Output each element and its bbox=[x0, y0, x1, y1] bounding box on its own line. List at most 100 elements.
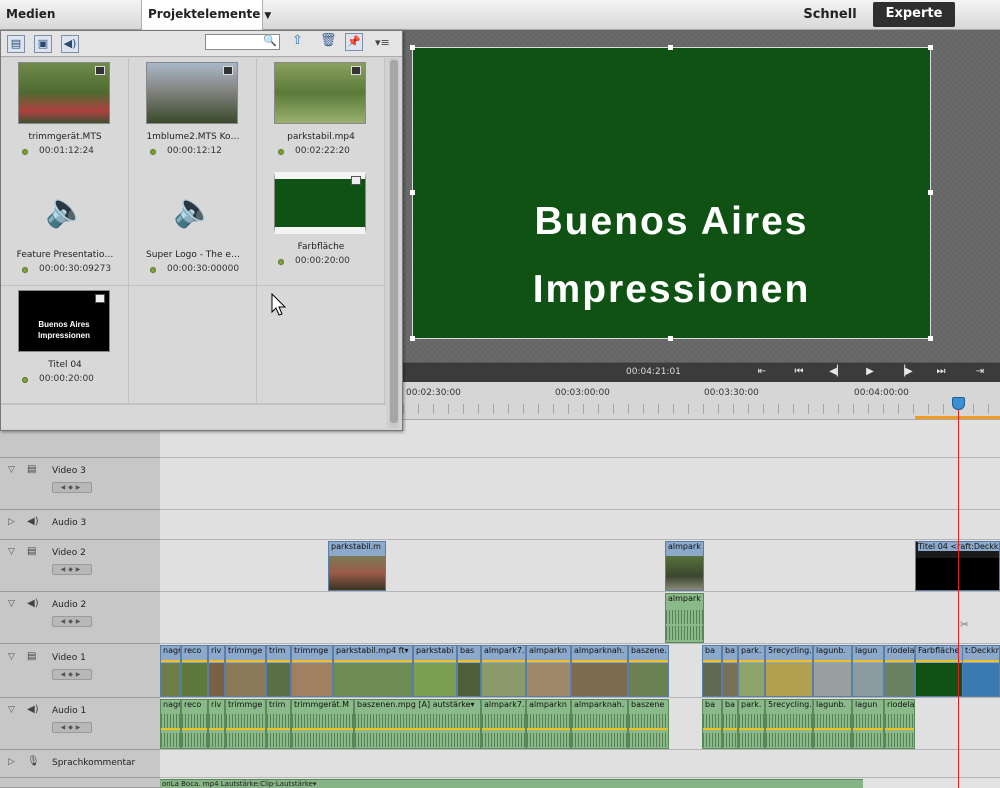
playhead-handle[interactable] bbox=[952, 397, 965, 410]
status-dot bbox=[150, 267, 156, 273]
timeline-clip[interactable]: park. bbox=[738, 699, 765, 749]
next-edit-icon[interactable]: ⏭ bbox=[933, 362, 949, 382]
go-to-start-icon[interactable]: ⇤ bbox=[754, 362, 770, 382]
quick-mode-button[interactable]: Schnell bbox=[796, 0, 864, 30]
resize-handle[interactable] bbox=[410, 190, 415, 195]
resize-handle[interactable] bbox=[668, 336, 673, 341]
timeline-clip[interactable]: baszenen.mpg [A] autstärke▾ bbox=[354, 699, 481, 749]
clip-thumbnail bbox=[527, 663, 570, 696]
timeline-clip[interactable]: riv bbox=[208, 699, 225, 749]
show-audio-icon[interactable]: ◀) bbox=[61, 35, 79, 53]
timeline-clip[interactable]: parkstabil.m bbox=[328, 541, 386, 591]
timeline-clip[interactable]: ba bbox=[702, 699, 722, 749]
step-forward-icon[interactable]: ▕▶ bbox=[897, 362, 913, 382]
timeline-clip[interactable]: almpark7. bbox=[481, 699, 526, 749]
search-icon[interactable]: 🔍 bbox=[263, 34, 277, 47]
track-name: Audio 1 bbox=[52, 706, 87, 716]
timeline-clip[interactable]: almparknah. bbox=[571, 699, 628, 749]
music-clip[interactable]: onLa Boca. mp4 Lautstärke:Clip-Lautstärk… bbox=[160, 779, 863, 788]
timeline-clip[interactable]: almparknah. bbox=[571, 645, 628, 697]
timeline-clip[interactable]: lagunb. bbox=[813, 645, 852, 697]
timeline-clip[interactable]: lagun bbox=[852, 645, 884, 697]
play-icon[interactable]: ▶ bbox=[862, 362, 878, 382]
resize-handle[interactable] bbox=[928, 336, 933, 341]
timeline-clip[interactable]: lagunb. bbox=[813, 699, 852, 749]
step-back-icon[interactable]: ◀▏ bbox=[829, 362, 845, 382]
clip-label: almparkn bbox=[529, 700, 567, 709]
timeline-clip[interactable]: t:Deckkra bbox=[962, 645, 1000, 697]
timeline-clip[interactable]: riodela bbox=[884, 699, 915, 749]
resize-handle[interactable] bbox=[928, 190, 933, 195]
expert-mode-button[interactable]: Experte bbox=[873, 2, 955, 27]
timeline-clip[interactable]: trimmge bbox=[225, 645, 266, 697]
time-ruler[interactable] bbox=[403, 382, 1000, 420]
timeline-clip[interactable]: riv bbox=[208, 645, 225, 697]
show-video-icon[interactable]: ▤ bbox=[7, 35, 25, 53]
scissors-icon[interactable]: ✂ bbox=[960, 618, 969, 631]
timeline-clip[interactable]: reco bbox=[181, 645, 208, 697]
keyframe-nav[interactable]: ◀◆▶ bbox=[52, 616, 92, 627]
keyframe-nav[interactable]: ◀◆▶ bbox=[52, 564, 92, 575]
pin-icon[interactable]: 📌 bbox=[345, 33, 363, 51]
timeline-clip[interactable]: almpark bbox=[665, 593, 704, 643]
expand-triangle-icon[interactable]: ▷ bbox=[8, 757, 15, 767]
expand-triangle-icon[interactable]: ▷ bbox=[8, 517, 15, 527]
timeline-clip[interactable]: nagr bbox=[160, 645, 181, 697]
timeline-clip[interactable]: 5recycling. bbox=[765, 699, 813, 749]
timeline-clip[interactable]: ba bbox=[702, 645, 722, 697]
timeline-clip[interactable]: trim bbox=[266, 645, 291, 697]
collapse-triangle-icon[interactable]: ▽ bbox=[8, 465, 15, 475]
timeline-clip[interactable]: parkstabil.mp4 ft▾ bbox=[333, 645, 413, 697]
timeline-clip[interactable]: trimmge bbox=[291, 645, 333, 697]
waveform bbox=[703, 733, 721, 747]
timecode-display: 00:04:21:01 bbox=[626, 367, 681, 377]
timeline-clip[interactable]: trim bbox=[266, 699, 291, 749]
collapse-triangle-icon[interactable]: ▽ bbox=[8, 652, 15, 662]
timeline-clip[interactable]: lagun bbox=[852, 699, 884, 749]
resize-handle[interactable] bbox=[410, 336, 415, 341]
timeline-clip[interactable]: baszene bbox=[628, 699, 669, 749]
timeline-clip[interactable]: 5recycling. bbox=[765, 645, 813, 697]
clip-thumbnail bbox=[814, 663, 851, 696]
timeline-clip[interactable]: trimmge bbox=[225, 699, 266, 749]
timeline-clip[interactable]: ba bbox=[722, 699, 738, 749]
waveform bbox=[161, 733, 180, 747]
timeline-clip[interactable]: baszene. bbox=[628, 645, 669, 697]
timeline-clip[interactable]: almpark bbox=[665, 541, 704, 591]
clip-label: almparknah. bbox=[574, 700, 625, 709]
timeline-clip[interactable]: parkstabi bbox=[413, 645, 457, 697]
timeline-clip[interactable]: trimmgerät.M bbox=[291, 699, 354, 749]
clip-volume-line bbox=[355, 728, 480, 730]
keyframe-nav[interactable]: ◀◆▶ bbox=[52, 482, 92, 493]
timeline-clip[interactable]: ba bbox=[722, 645, 738, 697]
keyframe-nav[interactable]: ◀◆▶ bbox=[52, 669, 92, 680]
collapse-triangle-icon[interactable]: ▽ bbox=[8, 705, 15, 715]
clip-volume-line bbox=[766, 660, 812, 662]
timeline-clip[interactable]: almparkn bbox=[526, 645, 571, 697]
timeline-clip[interactable]: almpark7. bbox=[481, 645, 526, 697]
timeline-clip[interactable]: park. bbox=[738, 645, 765, 697]
project-assets-button[interactable]: Projektelemente ▼ bbox=[141, 0, 271, 30]
timeline-clip[interactable]: reco bbox=[181, 699, 208, 749]
collapse-triangle-icon[interactable]: ▽ bbox=[8, 599, 15, 609]
timeline-clip[interactable]: nagr bbox=[160, 699, 181, 749]
add-media-button[interactable]: Medien hinzufügen▼ bbox=[0, 0, 138, 50]
new-folder-icon[interactable]: ⇧ bbox=[292, 33, 303, 48]
track-lane-audio3 bbox=[160, 510, 1000, 540]
timeline-clip[interactable]: bas bbox=[457, 645, 481, 697]
show-images-icon[interactable]: ▣ bbox=[34, 35, 52, 53]
go-to-end-icon[interactable]: ⇥ bbox=[972, 362, 988, 382]
resize-handle[interactable] bbox=[668, 45, 673, 50]
timeline-clip[interactable]: riodela bbox=[884, 645, 915, 697]
resize-handle[interactable] bbox=[928, 45, 933, 50]
timeline-clip[interactable]: almparkn bbox=[526, 699, 571, 749]
clip-label: lagunb. bbox=[816, 700, 846, 709]
waveform bbox=[572, 714, 627, 728]
prev-edit-icon[interactable]: ⏮ bbox=[791, 362, 807, 382]
resize-handle[interactable] bbox=[410, 45, 415, 50]
scrollbar-thumb[interactable] bbox=[390, 60, 398, 423]
trash-icon[interactable]: 🗑 bbox=[320, 33, 337, 48]
collapse-triangle-icon[interactable]: ▽ bbox=[8, 547, 15, 557]
keyframe-nav[interactable]: ◀◆▶ bbox=[52, 722, 92, 733]
panel-menu-icon[interactable]: ▾≡ bbox=[375, 36, 390, 49]
